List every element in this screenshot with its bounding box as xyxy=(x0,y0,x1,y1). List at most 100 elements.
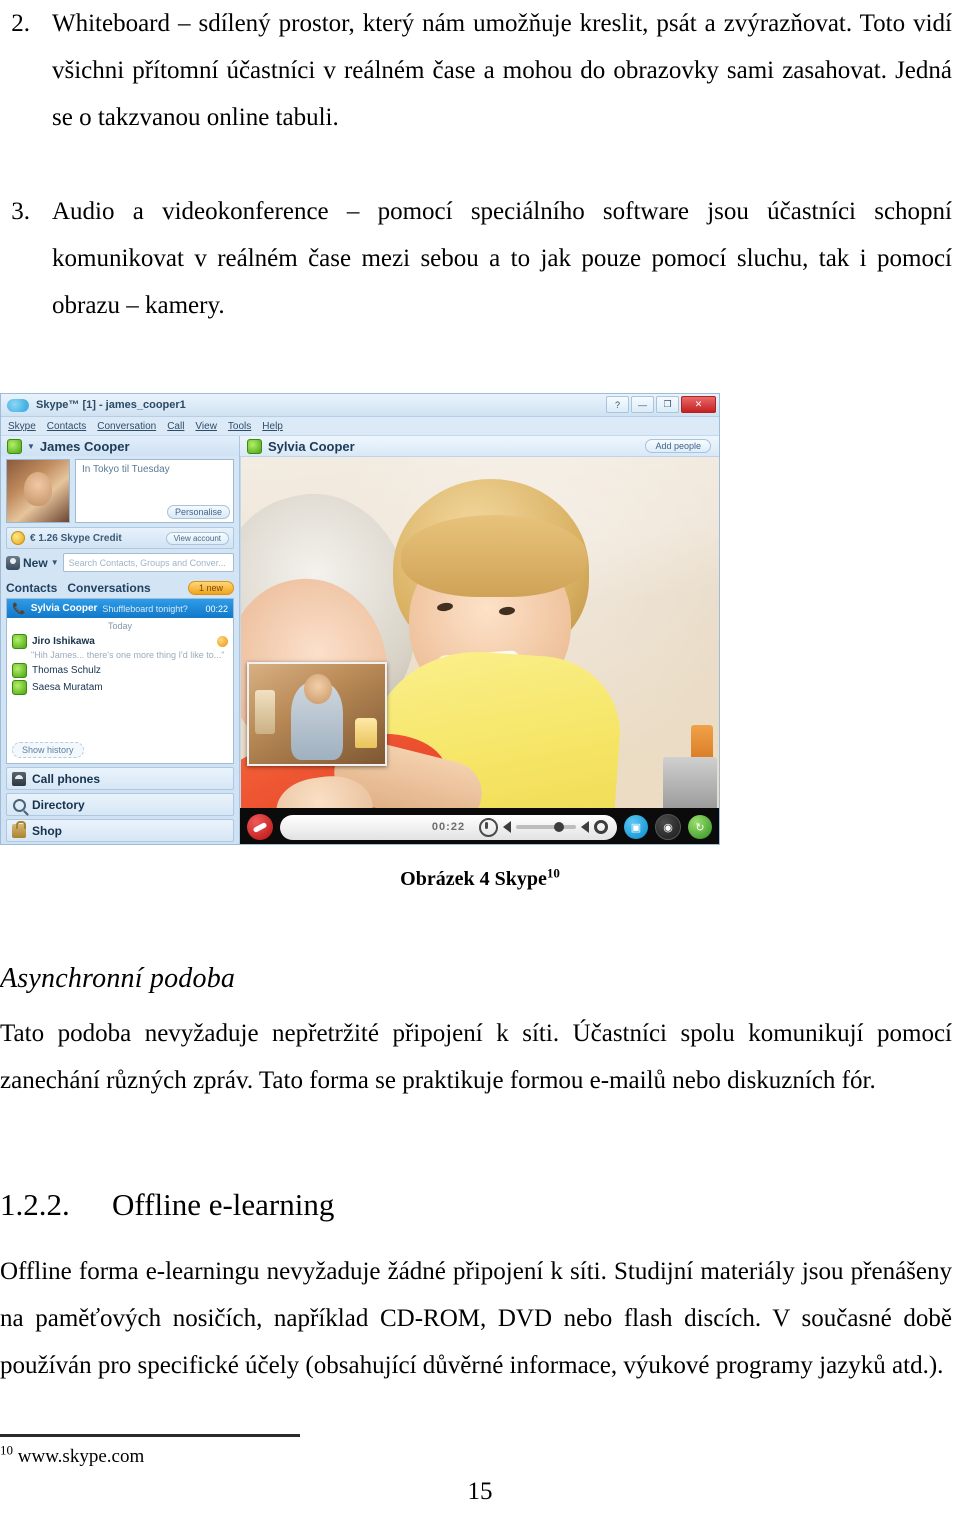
speaker-icon[interactable] xyxy=(503,821,511,833)
document-page: 2. Whiteboard – sdílený prostor, který n… xyxy=(0,0,960,1514)
footnote-text: www.skype.com xyxy=(17,1446,145,1467)
conversation-row-selected[interactable]: 📞 Sylvia Cooper Shuffleboard tonight? 00… xyxy=(7,599,233,618)
skype-window-title: Skype™ [1] - james_cooper1 xyxy=(36,399,186,411)
sidebar-item-label: Call phones xyxy=(32,771,101,786)
resume-button[interactable]: ↻ xyxy=(688,815,712,839)
tab-contacts[interactable]: Contacts xyxy=(6,581,57,595)
section-title: Offline e-learning xyxy=(112,1187,335,1222)
page-subheading: Asynchronní podoba xyxy=(0,962,235,996)
menu-item-tools[interactable]: Tools xyxy=(228,421,251,432)
skype-logo-icon xyxy=(7,398,29,412)
menu-item-help[interactable]: Help xyxy=(262,421,283,432)
shop-icon xyxy=(12,820,26,838)
menu-item-call[interactable]: Call xyxy=(167,421,184,432)
chevron-down-icon[interactable]: ▼ xyxy=(27,442,35,451)
microphone-icon[interactable] xyxy=(479,817,498,837)
volume-slider-handle[interactable] xyxy=(554,822,564,832)
phone-icon xyxy=(12,771,26,786)
skype-credit-row[interactable]: € 1.26 Skype Credit View account xyxy=(6,527,234,549)
video-person-boy-fringe xyxy=(401,515,587,597)
video-detail xyxy=(304,674,332,704)
contact-name: Thomas Schulz xyxy=(32,665,101,676)
new-button[interactable]: New ▼ xyxy=(6,555,59,570)
mood-message-box[interactable]: In Tokyo til Tuesday Personalise xyxy=(75,459,234,523)
skype-sidebar: ▼ James Cooper In Tokyo til Tuesday Pers… xyxy=(1,436,240,844)
online-status-icon xyxy=(12,663,27,678)
video-detail xyxy=(255,690,275,734)
show-history-button[interactable]: Show history xyxy=(12,742,84,758)
subheading-text: Asynchronní podoba xyxy=(0,963,236,994)
sidebar-tabs: Contacts Conversations 1 new xyxy=(6,577,234,599)
paragraph: Tato podoba nevyžaduje nepřetržité připo… xyxy=(0,1010,952,1104)
conversation-time: 00:22 xyxy=(205,603,228,614)
search-row: New ▼ Search Contacts, Groups and Conver… xyxy=(6,553,234,572)
list-item-number: 3. xyxy=(11,198,30,225)
conversation-name: Sylvia Cooper xyxy=(30,603,98,614)
gear-icon[interactable] xyxy=(594,820,608,834)
online-status-icon[interactable] xyxy=(7,438,22,454)
skype-menubar: Skype Contacts Conversation Call View To… xyxy=(1,417,719,436)
sidebar-item-call-phones[interactable]: Call phones xyxy=(6,767,234,790)
search-placeholder: Search Contacts, Groups and Conver... xyxy=(68,557,226,568)
page-number: 15 xyxy=(467,1478,493,1505)
list-item-number: 2. xyxy=(11,10,30,37)
user-status-bar[interactable]: ▼ James Cooper xyxy=(1,436,239,456)
list-item[interactable]: Jiro Ishikawa xyxy=(7,633,233,650)
tab-conversations[interactable]: Conversations xyxy=(67,581,150,595)
profile-display-name: James Cooper xyxy=(39,438,130,454)
speaker-icon[interactable] xyxy=(581,821,589,833)
maximize-button[interactable]: ❐ xyxy=(656,396,679,413)
skype-body: ▼ James Cooper In Tokyo til Tuesday Pers… xyxy=(1,436,719,844)
sidebar-item-label: Shop xyxy=(32,823,62,838)
list-item[interactable]: Saesa Muratam xyxy=(7,679,233,696)
help-button[interactable]: ? xyxy=(606,396,629,413)
volume-slider[interactable] xyxy=(516,822,576,832)
menu-item-contacts[interactable]: Contacts xyxy=(47,421,86,432)
footnote-separator xyxy=(0,1434,300,1437)
coin-icon xyxy=(11,531,25,545)
menu-item-view[interactable]: View xyxy=(195,421,217,432)
list-item-text: Whiteboard – sdílený prostor, který nám … xyxy=(52,10,952,131)
avatar[interactable] xyxy=(6,459,70,523)
sidebar-item-label: Directory xyxy=(32,797,85,812)
list-item: 2. Whiteboard – sdílený prostor, který n… xyxy=(0,0,952,141)
online-status-icon xyxy=(247,438,262,454)
view-account-button[interactable]: View account xyxy=(165,531,229,545)
personalise-button[interactable]: Personalise xyxy=(166,505,230,519)
section-number: 1.2.2. xyxy=(0,1187,70,1222)
video-button[interactable]: ▣ xyxy=(624,815,648,839)
menu-item-skype[interactable]: Skype xyxy=(8,421,36,432)
list-item[interactable]: Thomas Schulz xyxy=(7,662,233,679)
hangup-button[interactable] xyxy=(247,814,273,840)
add-contact-icon xyxy=(6,555,20,570)
contact-name: Jiro Ishikawa xyxy=(32,636,95,647)
conversation-header: Sylvia Cooper Add people xyxy=(240,436,719,457)
minimize-button[interactable]: — xyxy=(631,396,654,413)
sidebar-item-shop[interactable]: Shop xyxy=(6,819,234,842)
skype-screenshot-figure: Skype™ [1] - james_cooper1 ? — ❐ ✕ Skype… xyxy=(0,393,720,845)
window-controls: ? — ❐ ✕ xyxy=(606,396,716,413)
phone-icon: 📞 xyxy=(12,603,26,615)
search-input[interactable]: Search Contacts, Groups and Conver... xyxy=(62,553,234,572)
self-view-video[interactable] xyxy=(247,662,387,766)
paragraph-text: Offline forma e-learningu nevyžaduje žád… xyxy=(0,1258,952,1379)
conversation-snippet: Shuffleboard tonight? xyxy=(102,603,188,614)
online-status-icon xyxy=(12,680,27,695)
video-detail xyxy=(355,718,377,748)
video-call-stream[interactable] xyxy=(240,457,719,808)
chat-button[interactable]: ◉ xyxy=(655,814,681,840)
skype-titlebar: Skype™ [1] - james_cooper1 ? — ❐ ✕ xyxy=(1,394,719,417)
video-detail xyxy=(691,725,713,761)
figure-caption-text: Obrázek 4 Skype xyxy=(400,868,547,890)
conversation-list[interactable]: 📞 Sylvia Cooper Shuffleboard tonight? 00… xyxy=(6,599,234,764)
call-audio-controls xyxy=(479,817,608,837)
skype-credit-label: € 1.26 Skype Credit xyxy=(30,532,122,544)
sidebar-item-directory[interactable]: Directory xyxy=(6,793,234,816)
close-button[interactable]: ✕ xyxy=(681,396,716,413)
add-people-button[interactable]: Add people xyxy=(645,439,711,453)
menu-item-conversation[interactable]: Conversation xyxy=(97,421,156,432)
profile-block: In Tokyo til Tuesday Personalise xyxy=(6,459,234,523)
list-item: 3. Audio a videokonference – pomocí spec… xyxy=(0,188,952,329)
video-detail xyxy=(663,757,717,808)
unread-badge: 1 new xyxy=(187,580,234,595)
